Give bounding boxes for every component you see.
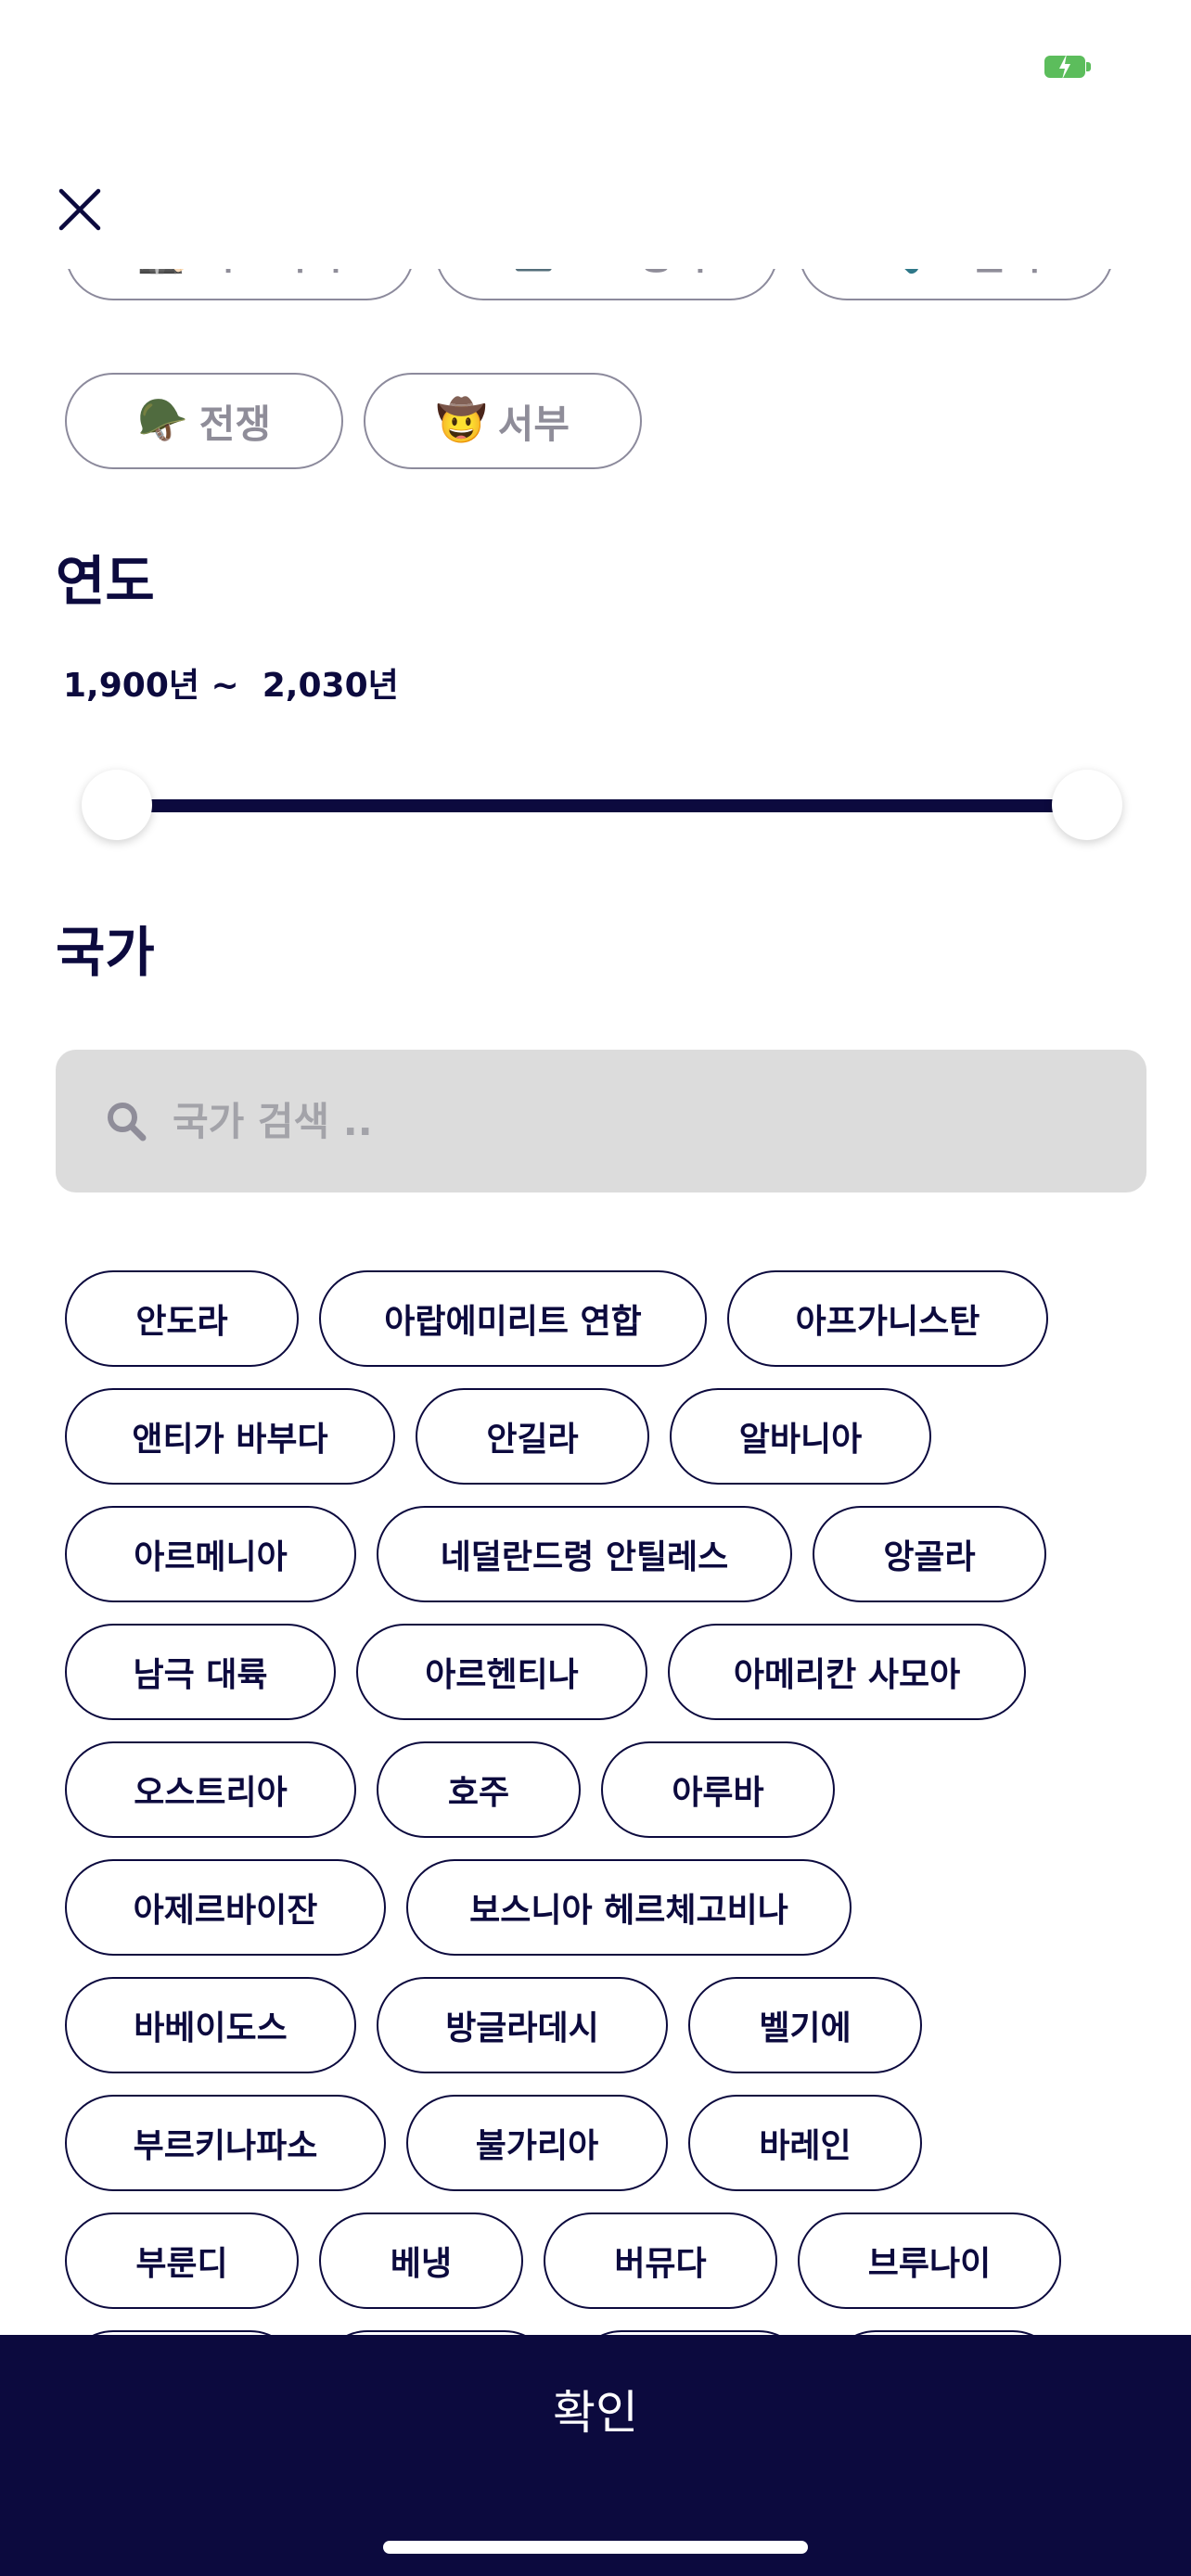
country-chip[interactable]: 버뮤다 [544, 2213, 777, 2309]
country-row: 남극 대륙 아르헨티나 아메리칸 사모아 [65, 1624, 1026, 1720]
country-row: 바베이도스 방글라데시 벨기에 [65, 1977, 922, 2073]
country-chip[interactable]: 앤티가 바부다 [65, 1388, 395, 1485]
country-chip[interactable]: 아르헨티나 [356, 1624, 647, 1720]
genre-label: TV 영화 [567, 269, 709, 281]
country-chip[interactable]: 보스니아 헤르체고비나 [406, 1859, 852, 1956]
country-search-input[interactable] [173, 1098, 1007, 1144]
country-row: 오스트리아 호주 아루바 [65, 1741, 835, 1838]
close-button[interactable] [52, 182, 108, 237]
country-chip[interactable]: 부르키나파소 [65, 2095, 386, 2191]
year-range-slider[interactable] [82, 759, 1122, 851]
country-chip[interactable]: 방글라데시 [377, 1977, 668, 2073]
battery-icon [1044, 54, 1091, 80]
country-row: 부르키나파소 불가리아 바레인 [65, 2095, 922, 2191]
country-chip[interactable]: 불가리아 [406, 2095, 668, 2191]
genre-chip-war[interactable]: 🪖 전쟁 [65, 373, 343, 469]
genre-chip-tv-movie[interactable]: 📹 TV 영화 [435, 269, 778, 300]
country-chip[interactable]: 바베이도스 [65, 1977, 356, 2073]
video-camera-icon: 📹 [505, 269, 556, 273]
genre-row-1: 🕵🏻 미스터리 📹 TV 영화 🔦 스릴러 [65, 269, 1114, 300]
country-chip[interactable]: 아메리칸 사모아 [668, 1624, 1026, 1720]
country-row: 안도라 아랍에미리트 연합 아프가니스탄 [65, 1270, 1048, 1367]
country-chip[interactable]: 베냉 [319, 2213, 523, 2309]
country-chip[interactable]: 벨기에 [688, 1977, 922, 2073]
country-chip[interactable]: 바레인 [688, 2095, 922, 2191]
country-chip[interactable]: 브루나이 [798, 2213, 1061, 2309]
country-section-title: 국가 [56, 921, 155, 984]
country-chip[interactable]: 네덜란드령 안틸레스 [377, 1506, 792, 1602]
genre-label: 전쟁 [198, 401, 272, 447]
country-row: 아제르바이잔 보스니아 헤르체고비나 [65, 1859, 852, 1956]
genre-label: 스릴러 [933, 269, 1041, 281]
country-row: 부룬디 베냉 버뮤다 브루나이 [65, 2213, 1061, 2309]
country-chip[interactable]: 안길라 [416, 1388, 649, 1485]
country-chip[interactable]: 호주 [377, 1741, 581, 1838]
search-icon [108, 1103, 147, 1141]
flashlight-icon: 🔦 [872, 269, 923, 273]
close-icon [58, 188, 101, 231]
genre-label: 미스터리 [199, 269, 343, 281]
country-chip[interactable]: 알바니아 [670, 1388, 931, 1485]
confirm-button[interactable]: 확인 [0, 2335, 1191, 2576]
country-chip[interactable]: 아제르바이잔 [65, 1859, 386, 1956]
detective-icon: 🕵🏻 [137, 269, 188, 273]
filter-scroll-area[interactable]: 🕵🏻 미스터리 📹 TV 영화 🔦 스릴러 🪖 전쟁 🤠 서부 연도 1,900… [0, 269, 1191, 2335]
country-search-box[interactable] [56, 1050, 1146, 1192]
confirm-label: 확인 [553, 2386, 638, 2440]
year-section-title: 연도 [56, 550, 155, 613]
home-indicator[interactable] [383, 2541, 808, 2554]
country-row: 앤티가 바부다 안길라 알바니아 [65, 1388, 931, 1485]
slider-track [115, 799, 1089, 812]
country-chip[interactable]: 아랍에미리트 연합 [319, 1270, 707, 1367]
genre-chip-mystery[interactable]: 🕵🏻 미스터리 [65, 269, 415, 300]
genre-chip-thriller[interactable]: 🔦 스릴러 [799, 269, 1114, 300]
genre-chip-western[interactable]: 🤠 서부 [364, 373, 642, 469]
slider-min-thumb[interactable] [82, 770, 152, 840]
country-row: 아르메니아 네덜란드령 안틸레스 앙골라 [65, 1506, 1046, 1602]
country-chip[interactable]: 아르메니아 [65, 1506, 356, 1602]
country-chip[interactable]: 부룬디 [65, 2213, 299, 2309]
military-helmet-icon: 🪖 [136, 397, 188, 444]
country-chip[interactable]: 아루바 [601, 1741, 835, 1838]
country-chip[interactable]: 남극 대륙 [65, 1624, 336, 1720]
genre-row-2: 🪖 전쟁 🤠 서부 [65, 373, 642, 469]
cowboy-face-icon: 🤠 [435, 397, 487, 444]
country-chip[interactable]: 오스트리아 [65, 1741, 356, 1838]
country-chip[interactable]: 안도라 [65, 1270, 299, 1367]
year-range-text: 1,900년 ~ 2,030년 [63, 667, 399, 705]
country-chip[interactable]: 아프가니스탄 [727, 1270, 1048, 1367]
genre-label: 서부 [497, 401, 570, 447]
slider-max-thumb[interactable] [1052, 770, 1122, 840]
country-chip[interactable]: 앙골라 [813, 1506, 1046, 1602]
